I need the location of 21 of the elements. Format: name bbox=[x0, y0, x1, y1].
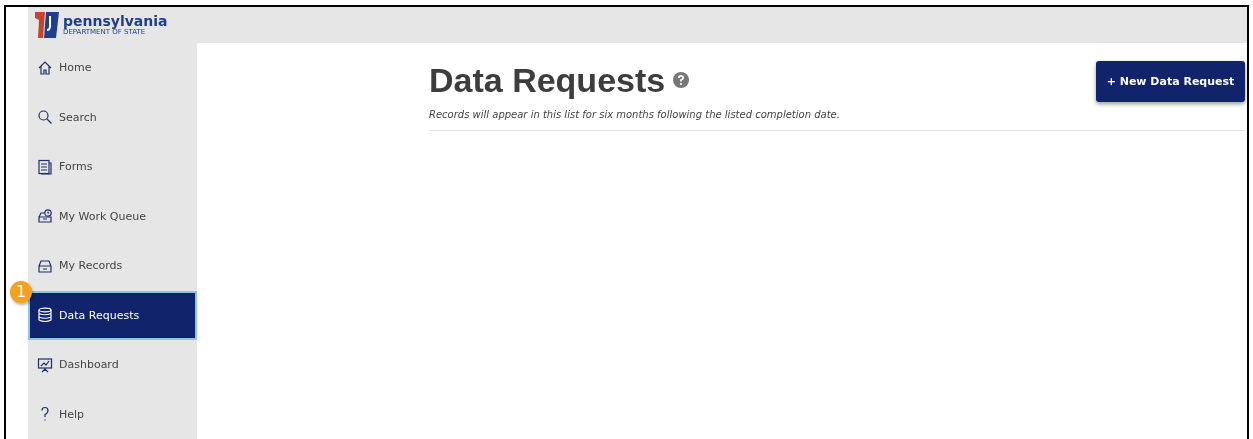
database-icon bbox=[37, 307, 53, 324]
inbox-icon bbox=[37, 257, 53, 274]
page-description: Records will appear in this list for six months following the listed completion date. bbox=[429, 109, 840, 120]
home-icon bbox=[37, 59, 53, 76]
search-icon bbox=[37, 109, 53, 126]
sidebar-item[interactable]: Home bbox=[28, 43, 197, 93]
document-icon bbox=[37, 158, 53, 175]
inbox-clock-icon bbox=[37, 208, 53, 225]
sidebar-item[interactable]: Help bbox=[28, 389, 197, 439]
sidebar-item[interactable]: Dashboard bbox=[28, 340, 197, 390]
new-data-request-button[interactable]: + New Data Request bbox=[1096, 61, 1245, 102]
sidebar-item[interactable]: Forms bbox=[28, 142, 197, 192]
sidebar-item[interactable]: My Work Queue bbox=[28, 191, 197, 241]
sidebar-item[interactable]: Search bbox=[28, 92, 197, 142]
sidebar-item[interactable]: Data Requests bbox=[28, 290, 197, 340]
step-callout: 1 bbox=[10, 280, 32, 303]
help-icon[interactable] bbox=[673, 72, 690, 88]
page-title: Data Requests bbox=[429, 60, 666, 101]
logo-name: pennsylvania bbox=[63, 14, 168, 28]
presentation-icon bbox=[37, 356, 53, 373]
keystone-logo-icon bbox=[34, 10, 60, 40]
